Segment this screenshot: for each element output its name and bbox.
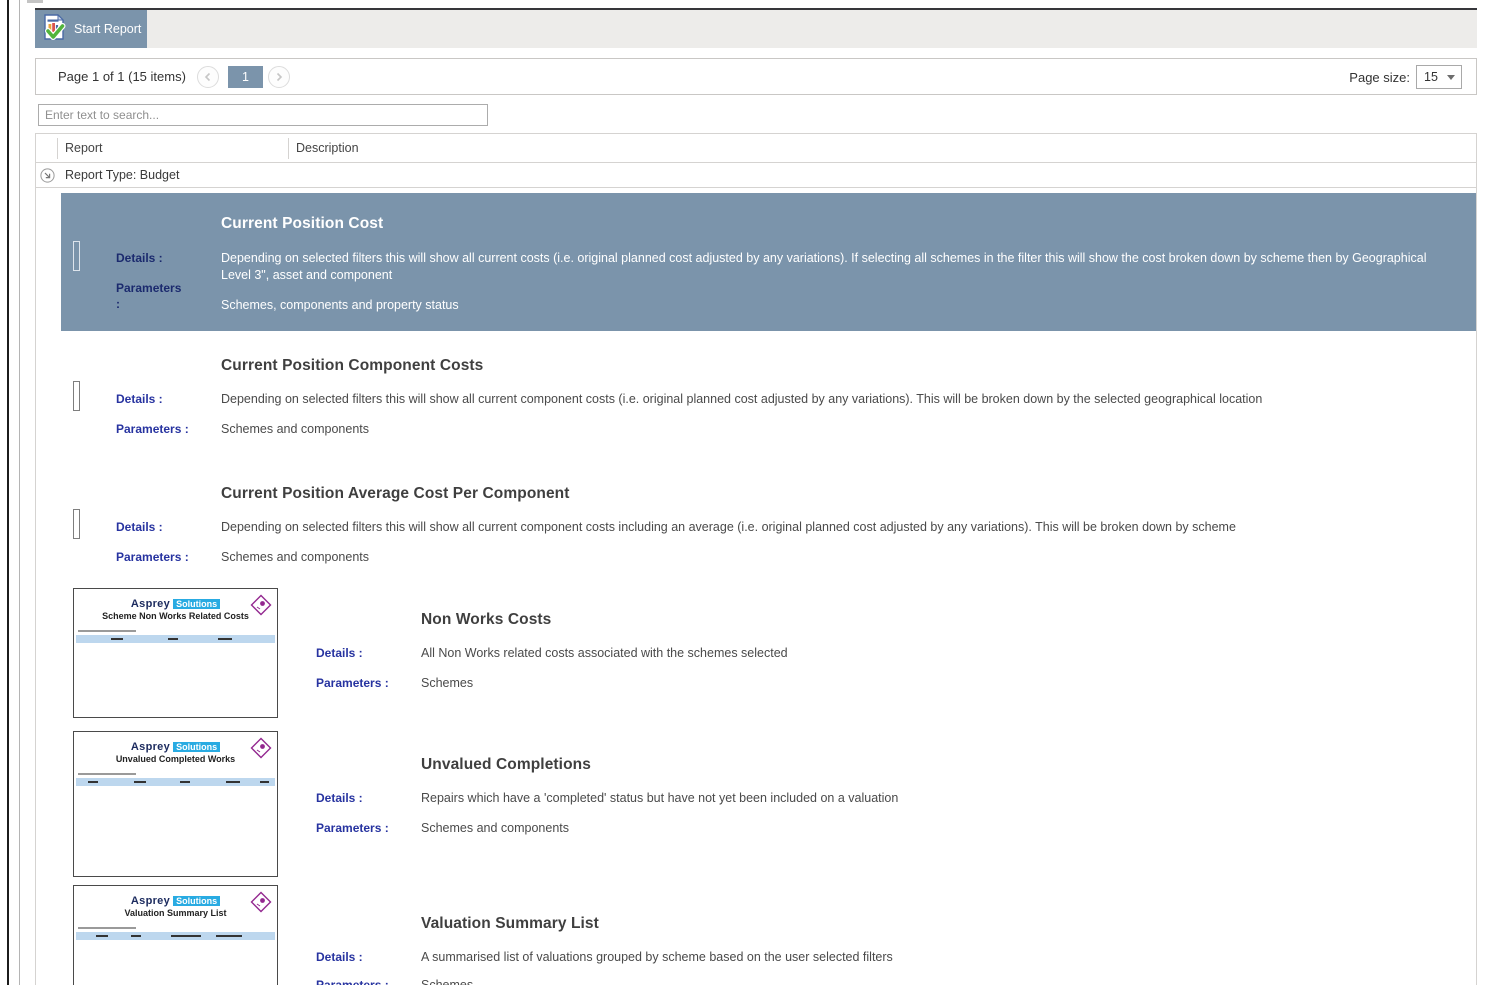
brand-suffix: Solutions bbox=[173, 742, 221, 752]
report-row-current-position-cost[interactable]: Current Position Cost Details : Dependin… bbox=[61, 193, 1476, 331]
asprey-stamp-icon bbox=[250, 891, 272, 918]
micro-text-line bbox=[78, 927, 136, 929]
brand-suffix: Solutions bbox=[173, 896, 221, 906]
splitter-tick bbox=[27, 0, 43, 3]
details-label: Details : bbox=[316, 646, 363, 660]
brand-name: Asprey bbox=[130, 741, 171, 753]
thumbnail-header-bar bbox=[76, 932, 275, 940]
column-separator bbox=[288, 138, 289, 159]
report-row-average-cost[interactable]: Current Position Average Cost Per Compon… bbox=[61, 457, 1476, 583]
report-row-component-costs[interactable]: Current Position Component Costs Details… bbox=[61, 331, 1476, 457]
details-value: All Non Works related costs associated w… bbox=[421, 646, 788, 660]
report-title: Valuation Summary List bbox=[421, 915, 599, 932]
page-number-button[interactable]: 1 bbox=[228, 66, 263, 88]
report-title: Non Works Costs bbox=[421, 611, 552, 628]
details-value: Repairs which have a 'completed' status … bbox=[421, 791, 899, 805]
column-header-description[interactable]: Description bbox=[296, 141, 359, 155]
next-page-button[interactable] bbox=[268, 66, 290, 88]
parameters-label: Parameters : bbox=[116, 281, 182, 311]
start-report-button[interactable]: Start Report bbox=[35, 10, 147, 48]
pager-status: Page 1 of 1 (15 items) bbox=[58, 69, 186, 84]
page-size-select[interactable]: 15 bbox=[1416, 65, 1462, 89]
empty-thumbnail bbox=[73, 381, 80, 411]
report-row-valuation-summary-list[interactable]: Asprey Solutions Valuation Summary List … bbox=[61, 879, 1476, 985]
report-title: Current Position Component Costs bbox=[221, 357, 484, 374]
page-size-value: 15 bbox=[1424, 70, 1438, 84]
details-value: Depending on selected filters this will … bbox=[221, 251, 1427, 282]
details-value: A summarised list of valuations grouped … bbox=[421, 950, 893, 964]
micro-text-line bbox=[78, 773, 136, 775]
parameters-value: Schemes, components and property status bbox=[221, 298, 459, 312]
page-size-control: Page size: 15 bbox=[1349, 65, 1462, 89]
report-title: Current Position Average Cost Per Compon… bbox=[221, 485, 570, 502]
details-label: Details : bbox=[316, 950, 363, 964]
report-title: Unvalued Completions bbox=[421, 756, 591, 773]
toolbar: Start Report bbox=[35, 8, 1477, 48]
parameters-value: Schemes bbox=[421, 676, 474, 690]
report-thumbnail: Asprey Solutions Unvalued Completed Work… bbox=[73, 731, 278, 877]
chevron-right-icon bbox=[276, 72, 283, 82]
column-header-report[interactable]: Report bbox=[65, 141, 103, 155]
dropdown-caret-icon bbox=[1447, 75, 1455, 80]
empty-thumbnail bbox=[73, 241, 80, 271]
grid-header-row: Report Description bbox=[36, 134, 1476, 163]
details-value: Depending on selected filters this will … bbox=[221, 520, 1236, 534]
page-size-label: Page size: bbox=[1349, 69, 1410, 85]
brand-line: Asprey Solutions bbox=[74, 741, 277, 753]
report-thumbnail: Asprey Solutions Scheme Non Works Relate… bbox=[73, 588, 278, 718]
window-edge-line bbox=[7, 0, 9, 985]
brand-line: Asprey Solutions bbox=[74, 598, 277, 610]
report-grid: Report Description Report Type: Budget C… bbox=[35, 133, 1477, 985]
brand-line: Asprey Solutions bbox=[74, 895, 277, 907]
thumbnail-header-bar bbox=[76, 635, 275, 643]
micro-text-line bbox=[78, 630, 136, 632]
report-title: Current Position Cost bbox=[221, 215, 384, 232]
report-thumbnail: Asprey Solutions Valuation Summary List bbox=[73, 885, 278, 985]
report-row-unvalued-completions[interactable]: Asprey Solutions Unvalued Completed Work… bbox=[61, 725, 1476, 879]
group-row-budget[interactable]: Report Type: Budget bbox=[36, 163, 1476, 188]
thumbnail-doc-title: Valuation Summary List bbox=[124, 908, 227, 918]
parameters-value: Schemes and components bbox=[221, 422, 370, 436]
start-report-icon bbox=[41, 13, 67, 45]
parameters-label: Parameters : bbox=[116, 550, 189, 564]
window-edge-line-2 bbox=[19, 0, 20, 985]
search-input[interactable] bbox=[38, 104, 488, 126]
chevron-left-icon bbox=[204, 72, 211, 82]
details-label: Details : bbox=[116, 251, 163, 265]
brand-name: Asprey bbox=[130, 895, 171, 907]
asprey-stamp-icon bbox=[250, 594, 272, 621]
parameters-label: Parameters : bbox=[316, 676, 389, 690]
thumbnail-doc-title: Scheme Non Works Related Costs bbox=[102, 611, 249, 621]
report-row-non-works-costs[interactable]: Asprey Solutions Scheme Non Works Relate… bbox=[61, 583, 1476, 725]
group-label: Report Type: Budget bbox=[65, 168, 180, 182]
parameters-label: Parameters : bbox=[116, 422, 189, 436]
parameters-value: Schemes bbox=[421, 978, 474, 985]
pager-panel: Page 1 of 1 (15 items) 1 Page size: 15 bbox=[35, 58, 1477, 95]
brand-suffix: Solutions bbox=[173, 599, 221, 609]
details-label: Details : bbox=[116, 520, 163, 534]
column-separator bbox=[57, 138, 58, 159]
details-label: Details : bbox=[116, 392, 163, 406]
details-label: Details : bbox=[316, 791, 363, 805]
details-value: Depending on selected filters this will … bbox=[221, 392, 1263, 406]
brand-name: Asprey bbox=[130, 598, 171, 610]
parameters-value: Schemes and components bbox=[221, 550, 370, 564]
start-report-label: Start Report bbox=[74, 22, 142, 36]
collapse-group-icon[interactable] bbox=[40, 168, 55, 188]
thumbnail-header-bar bbox=[76, 778, 275, 786]
asprey-stamp-icon bbox=[250, 737, 272, 764]
parameters-label: Parameters : bbox=[316, 821, 389, 835]
previous-page-button[interactable] bbox=[197, 66, 219, 88]
parameters-value: Schemes and components bbox=[421, 821, 570, 835]
empty-thumbnail bbox=[73, 509, 80, 539]
thumbnail-doc-title: Unvalued Completed Works bbox=[115, 754, 236, 764]
parameters-label: Parameters : bbox=[316, 978, 389, 985]
